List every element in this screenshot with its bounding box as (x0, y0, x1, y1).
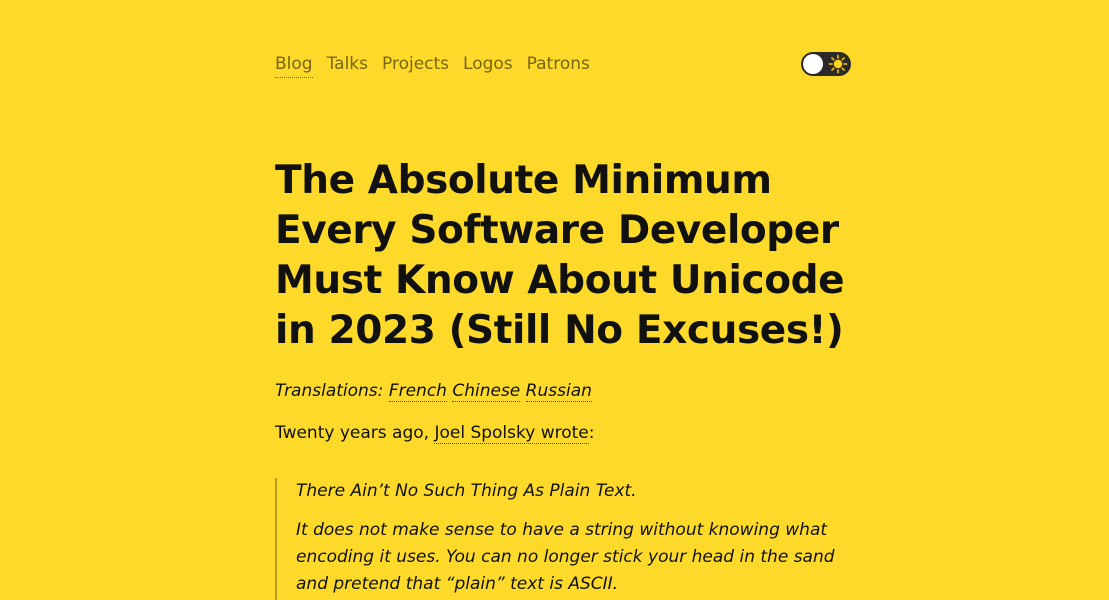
intro-paragraph: Twenty years ago, Joel Spolsky wrote: (275, 423, 595, 444)
quote-paragraph-1: There Ain’t No Such Thing As Plain Text. (296, 481, 637, 501)
translations-label: Translations: (275, 381, 384, 401)
nav-link-talks[interactable]: Talks (327, 51, 368, 78)
top-navigation: Blog Talks Projects Logos Patrons (275, 51, 851, 79)
intro-prefix: Twenty years ago, (275, 423, 435, 443)
joel-spolsky-link[interactable]: Joel Spolsky wrote (434, 423, 589, 444)
theme-toggle[interactable] (801, 52, 851, 76)
article-title: The Absolute Minimum Every Software Deve… (275, 158, 845, 353)
toggle-knob (803, 54, 823, 74)
blockquote: There Ain’t No Such Thing As Plain Text.… (275, 478, 835, 600)
nav-link-patrons[interactable]: Patrons (527, 51, 590, 78)
nav-link-blog[interactable]: Blog (275, 51, 313, 78)
quote-paragraph-2: It does not make sense to have a string … (296, 520, 835, 594)
intro-suffix: : (588, 423, 595, 443)
nav-link-projects[interactable]: Projects (382, 51, 449, 78)
translation-link-russian[interactable]: Russian (525, 381, 592, 402)
sun-icon (828, 54, 848, 74)
translations-line: Translations: French Chinese Russian (275, 381, 592, 402)
translation-link-chinese[interactable]: Chinese (452, 381, 521, 402)
translation-link-french[interactable]: French (388, 381, 447, 402)
nav-links: Blog Talks Projects Logos Patrons (275, 51, 590, 78)
nav-link-logos[interactable]: Logos (463, 51, 513, 78)
